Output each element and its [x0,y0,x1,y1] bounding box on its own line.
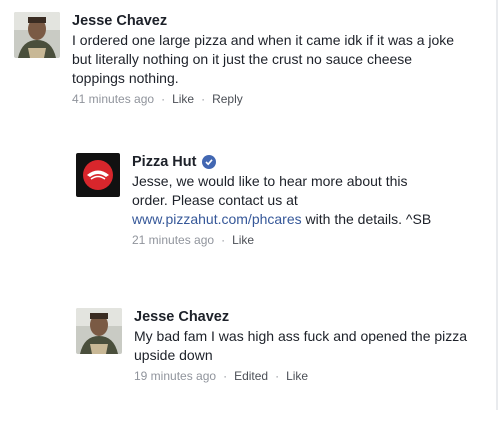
reply-link[interactable]: Reply [212,92,243,106]
comment-meta: 19 minutes ago · Edited · Like [134,369,309,383]
comment-meta: 41 minutes ago · Like · Reply [72,92,243,106]
avatar[interactable] [14,12,60,58]
comment-3: Jesse Chavez My bad fam I was high ass f… [76,308,486,384]
phcares-link[interactable]: www.pizzahut.com/phcares [132,211,302,227]
comment-meta: 21 minutes ago · Like [132,233,255,247]
timestamp[interactable]: 21 minutes ago [132,233,214,247]
right-border-line [496,0,498,410]
verified-badge-icon [202,155,217,169]
comment-text: My bad fam I was high ass fuck and opene… [134,328,468,363]
author-name[interactable]: Pizza Hut [132,153,432,171]
avatar[interactable] [76,308,122,354]
edited-label[interactable]: Edited [234,369,268,383]
comment-text: Jesse, we would like to hear more about … [132,173,432,227]
like-link[interactable]: Like [286,369,308,383]
timestamp[interactable]: 41 minutes ago [72,92,154,106]
author-name[interactable]: Jesse Chavez [134,308,474,326]
author-name[interactable]: Jesse Chavez [72,12,462,30]
comment-text: I ordered one large pizza and when it ca… [72,32,455,86]
pizza-hut-logo[interactable] [76,153,120,197]
comment-2: Pizza Hut Jesse, we would like to hear m… [76,153,486,248]
comment-body: Jesse Chavez My bad fam I was high ass f… [134,308,474,384]
comment-body: Jesse Chavez I ordered one large pizza a… [72,12,462,107]
comment-1: Jesse Chavez I ordered one large pizza a… [14,12,484,107]
comment-body: Pizza Hut Jesse, we would like to hear m… [132,153,432,248]
like-link[interactable]: Like [172,92,194,106]
timestamp[interactable]: 19 minutes ago [134,369,216,383]
like-link[interactable]: Like [232,233,254,247]
